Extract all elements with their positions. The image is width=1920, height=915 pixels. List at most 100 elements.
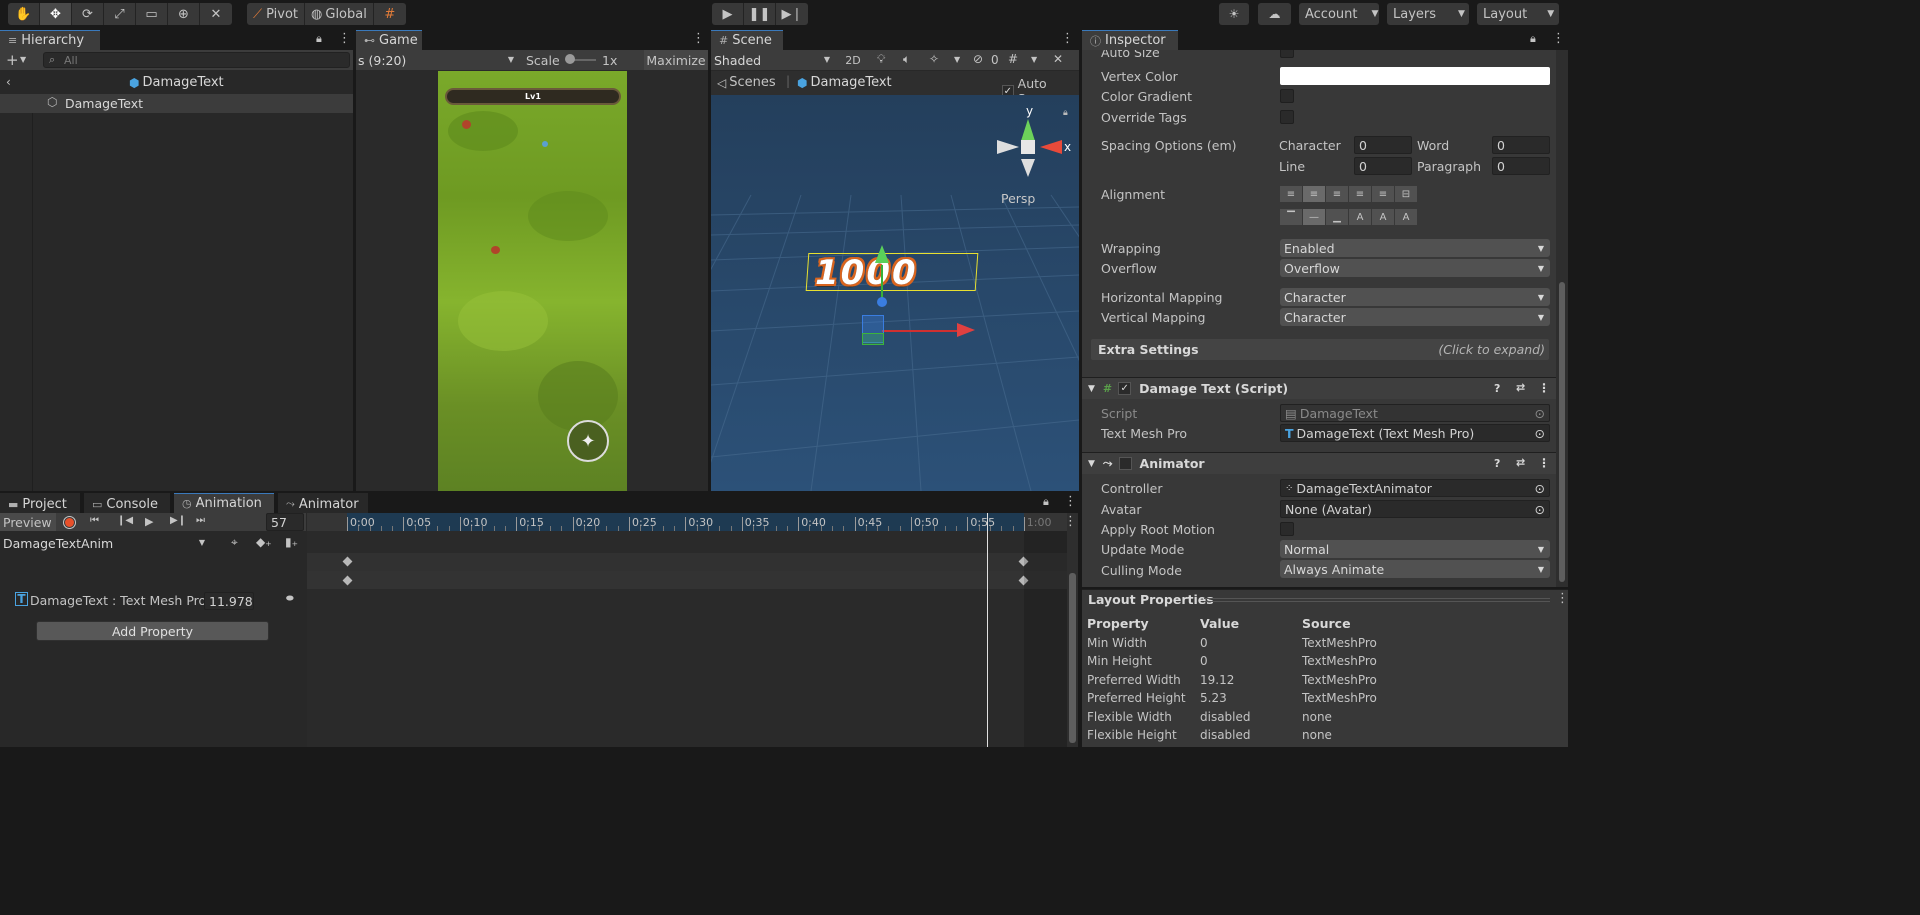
align-flush-icon[interactable]: ≡: [1372, 186, 1395, 202]
preview-toggle[interactable]: Preview: [0, 513, 56, 531]
gizmo-x-cone[interactable]: [1040, 140, 1062, 154]
avatar-field[interactable]: None (Avatar) ⊙: [1280, 500, 1550, 518]
orientation-gizmo[interactable]: y x 🔒︎ Persp: [991, 100, 1079, 210]
effects-icon[interactable]: ✧: [929, 52, 939, 66]
transform-tool-icon[interactable]: ⊕: [168, 3, 200, 25]
overflow-dropdown[interactable]: Overflow ▼: [1280, 259, 1550, 277]
scale-tool-icon[interactable]: ⤢: [104, 3, 136, 25]
y-arrow-icon[interactable]: [875, 245, 889, 263]
step-button[interactable]: ▶❘: [776, 3, 808, 25]
tab-animation[interactable]: ◷ Animation: [174, 493, 274, 513]
scrollbar-thumb[interactable]: [1069, 573, 1076, 743]
damage-text-preview[interactable]: 1000: [815, 253, 918, 293]
component-menu-icon[interactable]: ⋮: [1538, 381, 1550, 395]
controller-field[interactable]: ⁘ DamageTextAnimator ⊙: [1280, 479, 1550, 497]
breadcrumb-prefab[interactable]: ⬢ DamageText: [797, 75, 892, 90]
color-gradient-checkbox[interactable]: [1280, 89, 1294, 103]
game-viewport[interactable]: Lv1 ✦: [438, 71, 627, 491]
layers-dropdown[interactable]: Layers ▼: [1387, 3, 1469, 25]
services-icon[interactable]: ☀: [1219, 3, 1249, 25]
wrapping-dropdown[interactable]: Enabled ▼: [1280, 239, 1550, 257]
tab-hierarchy[interactable]: ≡ Hierarchy: [0, 30, 100, 50]
x-arrow-icon[interactable]: [957, 323, 975, 337]
timeline-menu-icon[interactable]: ⋮: [1064, 514, 1077, 529]
more-options-icon[interactable]: ⋮: [338, 31, 351, 46]
hidden-objects-icon[interactable]: ⊘: [973, 52, 983, 66]
playhead[interactable]: [987, 513, 988, 747]
lock-icon[interactable]: 🔒︎: [316, 32, 322, 46]
attack-button-icon[interactable]: ✦: [567, 420, 609, 462]
object-picker-icon[interactable]: ⊙: [1535, 481, 1545, 496]
lock-icon[interactable]: 🔒︎: [1043, 495, 1049, 509]
align-center-icon[interactable]: ≡: [1303, 186, 1326, 202]
breadcrumb-scenes[interactable]: ◁ Scenes: [717, 75, 776, 90]
tab-console[interactable]: ▭ Console: [84, 493, 170, 513]
tab-project[interactable]: ▬ Project: [0, 493, 80, 513]
account-dropdown[interactable]: Account ▼: [1299, 3, 1379, 25]
extra-settings-foldout[interactable]: Extra Settings (Click to expand): [1091, 339, 1549, 360]
filter-keyframes-icon[interactable]: ⌖: [231, 535, 238, 550]
add-icon[interactable]: +: [6, 51, 19, 69]
override-tags-checkbox[interactable]: [1280, 110, 1294, 124]
component-enabled-checkbox[interactable]: [1118, 457, 1132, 470]
align-geometry-center-icon[interactable]: ⊟: [1395, 186, 1418, 202]
gizmo-y-cone[interactable]: [1021, 119, 1035, 141]
hierarchy-item[interactable]: ⬡ DamageText: [0, 94, 353, 113]
gizmo-lock-icon[interactable]: 🔒︎: [1063, 108, 1068, 118]
lighting-icon[interactable]: 💡︎: [877, 52, 885, 67]
chevron-down-icon[interactable]: ▼: [954, 55, 960, 64]
auto-size-checkbox[interactable]: [1280, 50, 1294, 58]
scene-viewport[interactable]: 1000 y x 🔒︎ Persp: [711, 95, 1079, 491]
apply-root-motion-checkbox[interactable]: [1280, 522, 1294, 536]
more-options-icon[interactable]: ⋮: [1064, 494, 1077, 509]
align-left-icon[interactable]: ≡: [1280, 186, 1303, 202]
paragraph-spacing-field[interactable]: 0: [1492, 157, 1550, 175]
pause-button[interactable]: ❚❚: [744, 3, 776, 25]
next-keyframe-icon[interactable]: ▶❙: [170, 515, 186, 526]
align-capline-icon[interactable]: A: [1395, 209, 1418, 225]
property-row[interactable]: T DamageText : Text Mesh Pro 11.978 ⬬: [0, 591, 306, 611]
animation-timeline[interactable]: 0:00 0:05 0:10 0:15 0:20 0:25 0:30 0:35 0:40 0:45…: [307, 513, 1067, 747]
first-keyframe-icon[interactable]: ⏮: [90, 515, 99, 526]
gizmo-neg-y-cone[interactable]: [1021, 159, 1035, 177]
align-top-icon[interactable]: ▔: [1280, 209, 1303, 225]
horizontal-mapping-dropdown[interactable]: Character ▼: [1280, 288, 1550, 306]
vertex-color-swatch[interactable]: [1280, 67, 1550, 85]
tab-inspector[interactable]: ⓘ Inspector: [1082, 30, 1178, 50]
align-midline-icon[interactable]: A: [1372, 209, 1395, 225]
move-tool-icon[interactable]: ✥: [40, 3, 72, 25]
more-options-icon[interactable]: ⋮: [692, 31, 705, 46]
more-options-icon[interactable]: ⋮: [1061, 31, 1074, 46]
line-spacing-field[interactable]: 0: [1354, 157, 1412, 175]
hierarchy-search-input[interactable]: ⌕ All: [43, 52, 350, 68]
gizmo-center-cube[interactable]: [1021, 140, 1035, 154]
persp-label[interactable]: Persp: [1001, 191, 1035, 206]
inspector-scrollbar[interactable]: [1556, 50, 1568, 587]
play-animation-icon[interactable]: ▶: [145, 515, 153, 528]
resolution-dropdown[interactable]: s (9:20) ▼: [358, 51, 516, 69]
play-button[interactable]: ▶: [712, 3, 744, 25]
property-options-icon[interactable]: ⬬: [286, 594, 294, 604]
preset-icon[interactable]: ⇄: [1516, 381, 1525, 394]
tab-game[interactable]: ⊷ Game: [356, 30, 422, 50]
object-picker-icon[interactable]: ⊙: [1535, 406, 1545, 421]
help-icon[interactable]: ?: [1494, 382, 1500, 395]
layout-properties-header[interactable]: Layout Properties ⋮: [1082, 589, 1569, 609]
vertical-mapping-dropdown[interactable]: Character ▼: [1280, 308, 1550, 326]
lock-icon[interactable]: 🔒︎: [1530, 32, 1536, 46]
word-spacing-field[interactable]: 0: [1492, 136, 1550, 154]
animator-header[interactable]: ▼ ⤳ Animator ? ⇄ ⋮: [1082, 452, 1556, 474]
scale-slider-thumb[interactable]: [565, 54, 575, 64]
add-property-button[interactable]: Add Property: [36, 621, 269, 641]
tools-icon[interactable]: ✕: [1053, 52, 1063, 66]
cloud-icon[interactable]: ☁: [1258, 3, 1291, 25]
damage-text-script-header[interactable]: ▼ # ✓ Damage Text (Script) ? ⇄ ⋮: [1082, 377, 1556, 399]
help-icon[interactable]: ?: [1494, 457, 1500, 470]
chevron-down-icon[interactable]: ▼: [20, 55, 26, 64]
add-event-icon[interactable]: ▮₊: [285, 535, 298, 549]
component-enabled-checkbox[interactable]: ✓: [1118, 382, 1132, 395]
2d-toggle[interactable]: 2D: [841, 51, 865, 69]
component-menu-icon[interactable]: ⋮: [1538, 456, 1550, 470]
pivot-toggle[interactable]: ⟋ Pivot: [247, 3, 306, 25]
timeline-ruler[interactable]: 0:00 0:05 0:10 0:15 0:20 0:25 0:30 0:35 0:40 0:45…: [307, 513, 1067, 531]
